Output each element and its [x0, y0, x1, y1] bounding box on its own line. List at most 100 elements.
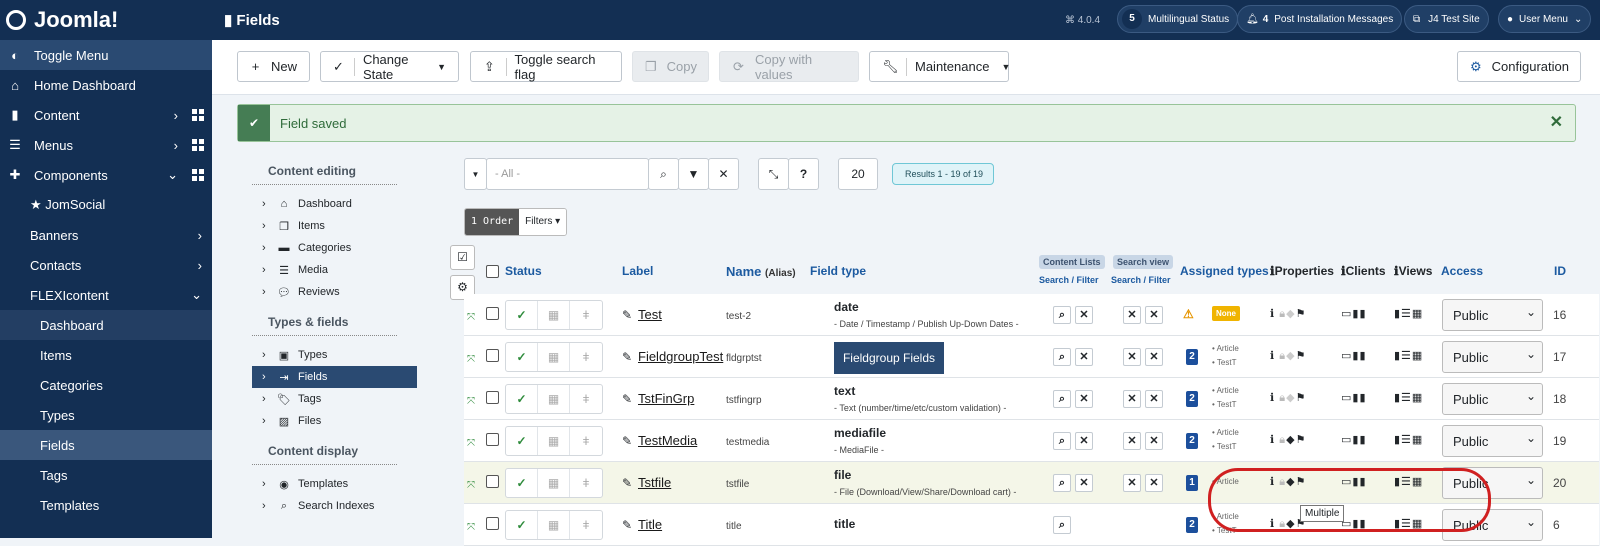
col-name[interactable]: Name (Alias) [726, 264, 796, 279]
sidebar-item-fc-tags[interactable]: Tags [0, 460, 212, 490]
menu-media[interactable]: › ☰ Media [252, 259, 417, 281]
published-toggle[interactable]: ✓ [506, 469, 538, 497]
sidebar-item-jomsocial[interactable]: ★ JomSocial [0, 190, 212, 220]
close-icon[interactable]: ✕ [1075, 306, 1093, 324]
close-icon[interactable]: ✕ [1145, 390, 1163, 408]
toggle-search-flag-button[interactable]: ⇪ Toggle search flag [470, 51, 622, 82]
menu-tags[interactable]: › 🏷︎ Tags [252, 388, 417, 410]
post-installation-button[interactable]: 🔔︎ 4 Post Installation Messages [1237, 5, 1403, 33]
field-label-link[interactable]: Tstfile [638, 475, 671, 490]
search-icon[interactable]: ⌕ [1053, 516, 1071, 534]
close-icon[interactable]: ✕ [1123, 390, 1141, 408]
close-icon[interactable]: ✕ [1145, 432, 1163, 450]
search-button[interactable]: ⌕ [648, 158, 679, 190]
access-select[interactable]: Public [1442, 299, 1543, 331]
maintenance-button[interactable]: 🔧︎ Maintenance ▼ [869, 51, 1010, 82]
sidebar-item-contacts[interactable]: Contacts › [0, 250, 212, 280]
drag-handle-icon[interactable]: ⤧ [467, 354, 475, 365]
field-label-link[interactable]: TstFinGrp [638, 391, 694, 406]
search-icon[interactable]: ⌕ [1053, 432, 1071, 450]
filter-toggle-button[interactable]: ▼ [678, 158, 709, 190]
sidebar-item-flexicontent[interactable]: FLEXIcontent ⌄ [0, 280, 212, 310]
close-icon[interactable]: ✕ [1145, 348, 1163, 366]
field-label-link[interactable]: TestMedia [638, 433, 697, 448]
close-icon[interactable]: ✕ [1075, 390, 1093, 408]
menu-dashboard[interactable]: › ⌂ Dashboard [252, 193, 417, 215]
close-icon[interactable]: ✕ [1075, 348, 1093, 366]
order-button[interactable]: 1 Order [465, 209, 520, 235]
field-label-link[interactable]: FieldgroupTest [638, 349, 723, 364]
col-field-type[interactable]: Field type [810, 264, 866, 278]
col-assigned-types[interactable]: Assigned types [1180, 264, 1269, 278]
sidebar-item-fc-templates[interactable]: Templates [0, 490, 212, 520]
menu-templates[interactable]: › ◉ Templates [252, 473, 417, 495]
access-select[interactable]: Public [1442, 383, 1543, 415]
drag-handle-icon[interactable]: ⤧ [467, 312, 475, 323]
close-icon[interactable]: ✕ [1075, 432, 1093, 450]
compress-button[interactable]: ⤡ [758, 158, 789, 190]
copy-button[interactable]: ❐ Copy [632, 51, 709, 82]
close-icon[interactable]: ✕ [1123, 306, 1141, 324]
limit-select[interactable]: 20 [838, 158, 878, 190]
close-icon[interactable]: ✕ [1145, 474, 1163, 492]
toggle-menu[interactable]: ◐ Toggle Menu [0, 40, 212, 70]
drag-handle-icon[interactable]: ⤧ [467, 522, 475, 533]
close-icon[interactable]: ✕ [1123, 474, 1141, 492]
published-toggle[interactable]: ✓ [506, 385, 538, 413]
menu-items[interactable]: › ❐ Items [252, 215, 417, 237]
sidebar-item-menus[interactable]: ☰ Menus › [0, 130, 212, 160]
published-toggle[interactable]: ✓ [506, 343, 538, 371]
search-icon[interactable]: ⌕ [1053, 306, 1071, 324]
close-icon[interactable]: ✕ [1550, 112, 1563, 132]
site-link-button[interactable]: ⧉ J4 Test Site [1404, 5, 1489, 33]
close-icon[interactable]: ✕ [1145, 306, 1163, 324]
help-button[interactable]: ? [788, 158, 819, 190]
sidebar-item-fc-categories[interactable]: Categories [0, 370, 212, 400]
clear-button[interactable]: ✕ [708, 158, 739, 190]
change-state-button[interactable]: ✓ Change State ▼ [320, 51, 459, 82]
row-checkbox[interactable] [486, 475, 499, 488]
dashboard-grid-icon[interactable] [192, 169, 204, 181]
sidebar-item-fc-items[interactable]: Items [0, 340, 212, 370]
search-icon[interactable]: ⌕ [1053, 474, 1071, 492]
sidebar-item-components[interactable]: ✚ Components ⌄ [0, 160, 212, 190]
configuration-button[interactable]: ⚙ Configuration [1457, 51, 1581, 82]
filter-select[interactable]: - All - [486, 158, 649, 190]
access-select[interactable]: Public [1442, 341, 1543, 373]
copy-with-values-button[interactable]: ⟳ Copy with values [719, 51, 859, 82]
access-select[interactable]: Public [1442, 425, 1543, 457]
drag-handle-icon[interactable]: ⤧ [467, 438, 475, 449]
row-checkbox[interactable] [486, 349, 499, 362]
joomla-logo[interactable]: Joomla! [0, 0, 212, 40]
menu-types[interactable]: › ▣ Types [252, 344, 417, 366]
sidebar-item-fc-fields[interactable]: Fields [0, 430, 212, 460]
field-label-link[interactable]: Title [638, 517, 662, 532]
sidebar-item-fc-types[interactable]: Types [0, 400, 212, 430]
row-checkbox[interactable] [486, 307, 499, 320]
close-icon[interactable]: ✕ [1123, 432, 1141, 450]
col-status[interactable]: Status [505, 264, 542, 278]
dashboard-grid-icon[interactable] [192, 109, 204, 121]
multilingual-status-button[interactable]: 5 Multilingual Status [1117, 5, 1239, 33]
select-all-checkbox[interactable] [486, 265, 499, 278]
col-id[interactable]: ID [1554, 264, 1566, 278]
sidebar-item-content[interactable]: ▮ Content › [0, 100, 212, 130]
new-button[interactable]: + New [237, 51, 310, 82]
drag-handle-icon[interactable]: ⤧ [467, 396, 475, 407]
row-checkbox[interactable] [486, 433, 499, 446]
row-checkbox[interactable] [486, 517, 499, 530]
dashboard-grid-icon[interactable] [192, 139, 204, 151]
menu-search-indexes[interactable]: › ⌕ Search Indexes [252, 495, 417, 517]
menu-files[interactable]: › ▨ Files [252, 410, 417, 432]
published-toggle[interactable]: ✓ [506, 301, 538, 329]
search-icon[interactable]: ⌕ [1053, 390, 1071, 408]
menu-categories[interactable]: › ▬ Categories [252, 237, 417, 259]
sidebar-item-home-dashboard[interactable]: ⌂ Home Dashboard [0, 70, 212, 100]
drag-handle-icon[interactable]: ⤧ [467, 480, 475, 491]
search-icon[interactable]: ⌕ [1053, 348, 1071, 366]
sidebar-item-banners[interactable]: Banners › [0, 220, 212, 250]
close-icon[interactable]: ✕ [1123, 348, 1141, 366]
menu-fields[interactable]: › ⇥ Fields [252, 366, 417, 388]
check-all-icon[interactable]: ☑ [450, 245, 475, 270]
filter-select-caret[interactable]: ▼ [464, 158, 487, 190]
